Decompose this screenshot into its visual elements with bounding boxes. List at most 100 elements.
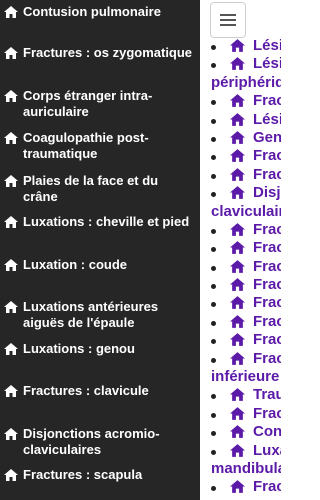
content-link[interactable]: inférieure (200, 368, 281, 386)
content-link-text: claviculaire (211, 202, 281, 220)
list-bullet (211, 45, 216, 50)
content-link[interactable]: Trau (200, 386, 281, 404)
home-icon (4, 132, 18, 144)
content-link[interactable]: Frac (200, 478, 281, 496)
home-icon (230, 94, 245, 108)
home-icon (230, 241, 245, 255)
home-icon (230, 425, 245, 439)
home-icon (230, 259, 245, 273)
content-link[interactable]: Frac (200, 166, 281, 184)
home-icon (4, 301, 18, 313)
content-link[interactable]: Frac (200, 331, 281, 349)
content-link-text: Gen (253, 128, 281, 146)
drawer-item-label: Fractures : os zygomatique (23, 45, 193, 60)
list-bullet (211, 173, 216, 179)
content-link[interactable]: Frac (200, 294, 281, 312)
content-link[interactable]: Frac (200, 92, 281, 110)
drawer-item-label: Corps étranger intra-auriculaire (23, 88, 153, 119)
list-bullet (211, 284, 216, 290)
content-link-text: Frac (253, 331, 281, 349)
content-link[interactable]: Frac (200, 239, 281, 257)
list-bullet (211, 100, 216, 106)
home-icon (230, 131, 245, 144)
content-link-text: Disj (253, 184, 281, 202)
content-link-text: Frac (253, 147, 281, 165)
content-link[interactable]: Gen (200, 129, 281, 147)
list-bullet (211, 394, 216, 400)
drawer-item-label: Fractures : scapula (23, 467, 143, 482)
home-icon (230, 149, 245, 163)
home-icon (230, 112, 245, 126)
drawer-item-label: Luxations : genou (23, 341, 135, 356)
content-link-text: Frac (253, 404, 281, 422)
list-bullet (211, 63, 216, 69)
list-bullet (211, 486, 216, 492)
list-bullet (211, 247, 216, 253)
content-link[interactable]: Luxa (200, 442, 281, 460)
content-link[interactable]: Frac (200, 258, 281, 276)
content-link-text: inférieure (211, 368, 280, 386)
home-icon (230, 333, 245, 347)
nav-drawer: Contusion pulmonaire Fractures : os zygo… (0, 0, 200, 500)
drawer-item-label: Luxations antérieures aiguës de l'épaule (23, 299, 159, 330)
content-link-text: Con (253, 423, 281, 441)
home-icon (230, 167, 245, 181)
content-link[interactable]: Frac (200, 276, 281, 294)
home-icon (4, 175, 18, 187)
list-bullet (211, 449, 216, 455)
list-bullet (211, 339, 216, 345)
home-icon (4, 47, 18, 59)
drawer-item-label: Fractures : clavicule (23, 383, 149, 398)
content-link[interactable]: Con (200, 423, 281, 441)
list-bullet (211, 118, 216, 124)
content-link-text: Frac (253, 239, 281, 257)
content-link-text: Frac (253, 220, 281, 238)
list-bullet (211, 412, 216, 418)
content-link-list: LésiLésipériphériquFracLésiGenFracFracDi… (200, 37, 281, 497)
content-link[interactable]: Frac (200, 350, 281, 368)
home-icon (230, 39, 245, 52)
content-link[interactable]: Frac (200, 221, 281, 239)
home-icon (4, 259, 18, 271)
home-icon (230, 351, 245, 365)
drawer-item-label: Coagulopathie post-traumatique (23, 130, 149, 161)
home-icon (4, 385, 18, 397)
hamburger-icon (220, 14, 236, 26)
content-link[interactable]: Disj (200, 184, 281, 202)
home-icon (230, 443, 245, 457)
content-link[interactable]: périphériqu (200, 74, 281, 92)
menu-toggle-button[interactable] (210, 2, 246, 38)
content-link[interactable]: Frac (200, 313, 281, 331)
drawer-item-label: Disjonctions acromio-claviculaires (23, 426, 160, 457)
list-bullet (211, 302, 216, 308)
home-icon (4, 216, 18, 228)
home-icon (230, 314, 245, 328)
content-link[interactable]: mandibula (200, 460, 281, 478)
drawer-item-label: Plaies de la face et du crâne (23, 173, 159, 204)
list-bullet (211, 192, 216, 198)
drawer-item-label: Luxations : cheville et pied (23, 214, 190, 229)
content-link[interactable]: Lési (200, 111, 281, 129)
content-link-text: Frac (253, 257, 281, 275)
home-icon (230, 480, 245, 494)
content-link-text: Frac (253, 294, 281, 312)
list-bullet (211, 265, 216, 271)
content-link-text: Frac (253, 312, 281, 330)
home-icon (230, 406, 245, 420)
content-link-text: Frac (253, 165, 281, 183)
content-link[interactable]: Lési (200, 55, 281, 73)
content-link-text: périphériqu (211, 73, 281, 91)
page-content: LésiLésipériphériquFracLésiGenFracFracDi… (200, 0, 281, 500)
content-link-text: Lési (253, 110, 281, 128)
content-link-text: Frac (253, 349, 281, 367)
content-link[interactable]: claviculaire (200, 203, 281, 221)
list-bullet (211, 228, 216, 234)
content-link[interactable]: Frac (200, 147, 281, 165)
home-icon (230, 186, 245, 200)
list-bullet (211, 320, 216, 326)
home-icon (230, 278, 245, 292)
home-icon (4, 90, 18, 102)
content-link[interactable]: Frac (200, 405, 281, 423)
home-icon (230, 57, 245, 71)
content-link[interactable]: Lési (200, 37, 281, 55)
